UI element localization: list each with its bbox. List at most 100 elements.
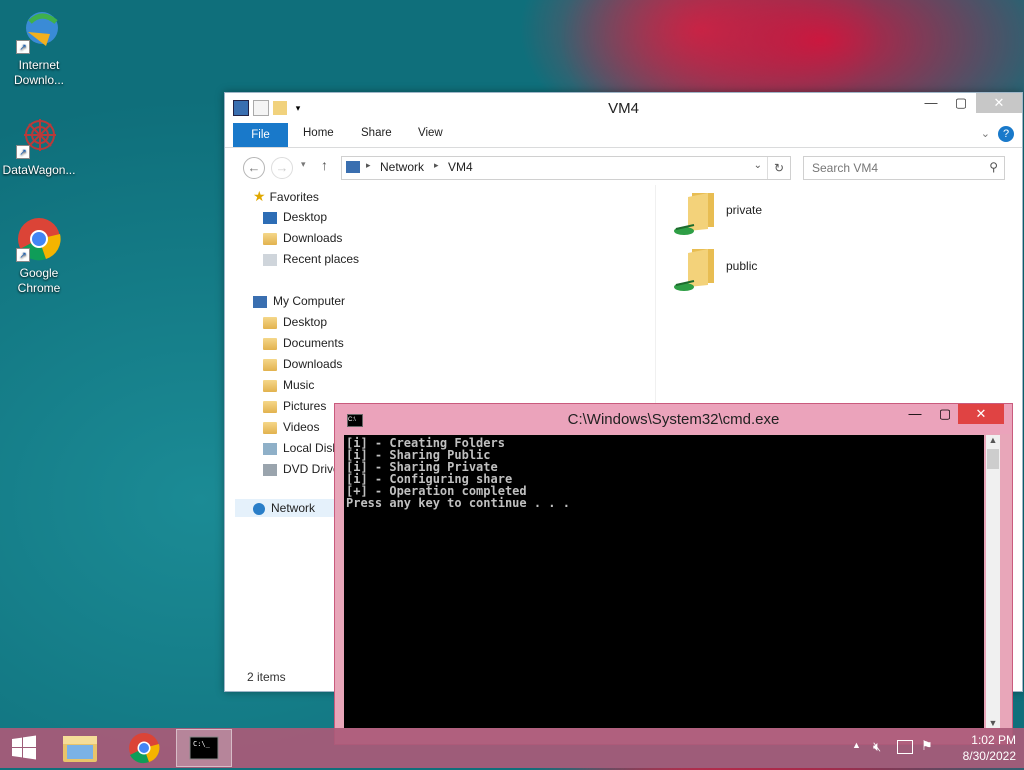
explorer-title-bar[interactable]: ▾ VM4 — ▢ ✕ [225,93,1022,123]
volume-muted-icon[interactable]: 🔇︎ [873,739,881,755]
nav-label: Recent places [283,252,360,266]
desktop-icon [263,211,277,224]
taskbar-cmd[interactable]: C:\_ [176,729,232,767]
help-icon[interactable]: ? [998,126,1014,142]
minimize-button[interactable]: — [916,93,946,113]
dvd-drive-icon [263,463,277,476]
desktop-icon-label: DataWagon... [2,163,76,177]
svg-text:C:\_: C:\_ [193,740,211,748]
file-explorer-icon [63,736,97,762]
file-name: public [726,259,758,273]
nav-favorites[interactable]: ★ Favorites [253,187,319,205]
nav-computer-downloads[interactable]: Downloads [263,355,342,373]
search-placeholder: Search VM4 [812,161,879,175]
up-button[interactable]: ↑ [321,157,328,173]
nav-my-computer[interactable]: My Computer [253,292,345,310]
nav-fav-recent-places[interactable]: Recent places [263,250,359,268]
list-item[interactable]: private [672,189,762,240]
nav-label: DVD Drive [283,462,340,476]
close-button[interactable]: ✕ [958,404,1004,424]
show-hidden-icons[interactable]: ▲ [852,740,861,750]
taskbar-google-chrome[interactable] [116,729,172,767]
nav-label: Music [283,378,315,392]
close-button[interactable]: ✕ [976,93,1022,113]
nav-computer-local-disk[interactable]: Local Disk [263,439,338,457]
scroll-up-icon[interactable]: ▲ [986,435,1000,445]
cmd-window[interactable]: C:\ C:\Windows\System32\cmd.exe — ▢ ✕ [i… [334,403,1013,745]
desktop-icon-datawagon[interactable]: ↗ DataWagon... [1,113,77,178]
cmd-title-bar[interactable]: C:\ C:\Windows\System32\cmd.exe — ▢ ✕ [335,404,1012,434]
folder-icon [263,337,277,350]
nav-label: Videos [283,420,320,434]
recent-locations-icon[interactable]: ▾ [301,159,306,170]
nav-label: Local Disk [283,441,339,455]
file-name: private [726,203,763,217]
windows-logo-icon [12,735,36,760]
scroll-thumb[interactable] [987,449,999,469]
address-bar[interactable]: ▸ Network ▸ VM4 ⌄ ↻ [341,156,791,180]
maximize-button[interactable]: ▢ [930,404,960,424]
desktop-icon-google-chrome[interactable]: ↗ Google Chrome [1,216,77,296]
minimize-button[interactable]: — [900,404,930,424]
nav-label: Documents [283,336,344,350]
desktop-icon-label: Google Chrome [17,266,61,295]
folder-icon [263,358,277,371]
tab-file[interactable]: File [233,123,288,147]
nav-fav-downloads[interactable]: Downloads [263,229,342,247]
refresh-icon[interactable]: ↻ [767,157,790,179]
folder-icon [263,400,277,413]
network-icon [253,502,265,515]
downloads-folder-icon [263,232,277,245]
search-icon[interactable]: ⚲ [989,160,998,174]
clock-time: 1:02 PM [971,733,1016,747]
scrollbar[interactable]: ▲ ▼ [986,435,1000,728]
item-count: 2 items [247,670,286,684]
nav-computer-music[interactable]: Music [263,376,314,394]
folder-icon [263,379,277,392]
tab-view[interactable]: View [418,127,443,139]
action-center-flag-icon[interactable]: ⚑ [921,738,933,754]
nav-label: Downloads [283,231,343,245]
list-item[interactable]: public [672,245,757,296]
expand-ribbon-icon[interactable]: ⌄ [981,127,990,140]
start-button[interactable] [0,729,48,767]
network-status-icon[interactable] [897,740,913,754]
scroll-down-icon[interactable]: ▼ [986,718,1000,728]
nav-computer-pictures[interactable]: Pictures [263,397,326,415]
recent-places-icon [263,253,277,266]
shortcut-arrow-icon: ↗ [16,145,30,159]
console-output[interactable]: [i] - Creating Folders [i] - Sharing Publ… [344,435,984,728]
chevron-right-icon: ▸ [434,160,439,170]
clock[interactable]: 1:02 PM 8/30/2022 [963,732,1016,764]
back-button[interactable]: ← [243,157,265,179]
nav-computer-dvd-drive[interactable]: DVD Drive [263,460,340,478]
chrome-icon: ↗ [16,216,62,262]
internet-download-manager-icon: ↗ [16,8,62,54]
search-input[interactable]: Search VM4 ⚲ [803,156,1005,180]
shared-folder-icon [674,249,714,291]
nav-label: Desktop [283,210,328,224]
breadcrumb-network[interactable]: Network [380,160,424,174]
forward-button[interactable]: → [271,157,293,179]
taskbar: C:\_ ▲ 🔇︎ ⚑ 1:02 PM 8/30/2022 [0,728,1024,768]
breadcrumb-vm4[interactable]: VM4 [448,160,473,174]
shared-folder-icon [674,193,714,235]
window-title: VM4 [608,100,639,117]
nav-computer-videos[interactable]: Videos [263,418,319,436]
maximize-button[interactable]: ▢ [946,93,976,113]
chevron-down-icon[interactable]: ⌄ [754,160,762,171]
datawagon-icon: ↗ [16,113,62,159]
cmd-icon: C:\_ [189,736,219,760]
nav-label: Network [271,501,316,515]
tab-share[interactable]: Share [361,127,392,139]
ribbon: File Home Share View ⌄ ? [225,123,1022,148]
nav-computer-documents[interactable]: Documents [263,334,344,352]
star-icon: ★ [253,188,266,204]
nav-computer-desktop[interactable]: Desktop [263,313,327,331]
taskbar-file-explorer[interactable] [52,729,108,767]
navigation-bar: ← → ▾ ↑ ▸ Network ▸ VM4 ⌄ ↻ Search VM4 ⚲ [225,148,1022,184]
tab-home[interactable]: Home [303,127,334,139]
nav-fav-desktop[interactable]: Desktop [263,208,327,226]
folder-icon [263,316,277,329]
desktop-icon-internet-download-manager[interactable]: ↗ Internet Downlo... [1,8,77,88]
